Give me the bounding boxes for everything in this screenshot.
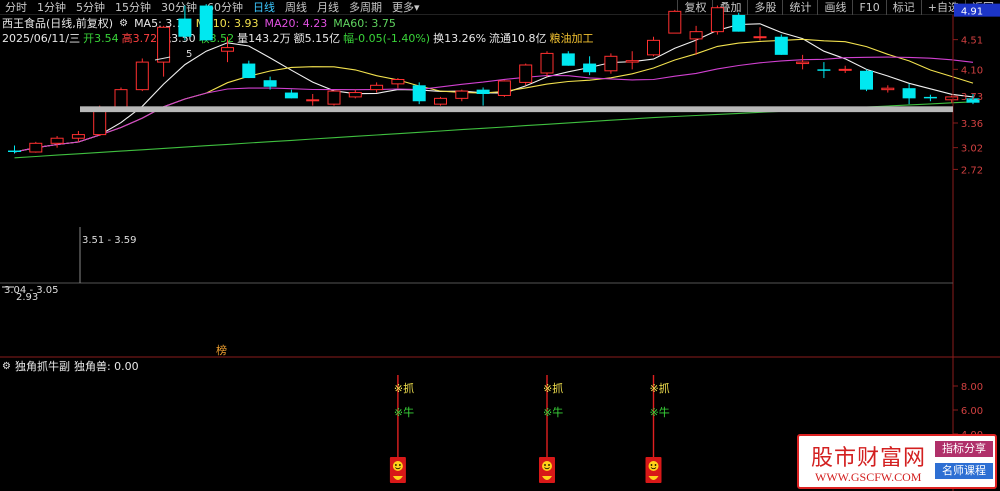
watermark-logo: 股市财富网 WWW.GSCFW.COM 指标分享 名师课程 xyxy=(797,434,997,489)
smiley-icon xyxy=(392,461,403,471)
candlestick-chart[interactable]: 4.914.514.103.733.363.022.723.51 - 3.593… xyxy=(0,0,1000,491)
candle-body-up xyxy=(838,68,852,71)
smiley-icon xyxy=(648,461,659,471)
candle-body-up xyxy=(881,87,895,91)
candle-body-down xyxy=(8,150,21,152)
price-tick-label: 3.36 xyxy=(961,119,983,130)
candle-body-up xyxy=(519,64,533,83)
candle-body-up xyxy=(796,61,810,65)
candle-body-up xyxy=(114,89,128,108)
candle-body-up xyxy=(391,79,405,85)
candle-body-up xyxy=(647,39,660,56)
candle-body-down xyxy=(732,14,746,32)
candle-body-up xyxy=(221,47,234,52)
candle-body-down xyxy=(284,92,298,99)
signal-text-top: ※抓 xyxy=(543,381,563,395)
signal-text-bottom: ※牛 xyxy=(543,405,563,419)
candle-body-up xyxy=(434,97,447,105)
candle-body-up xyxy=(945,96,959,101)
candle-body-up xyxy=(306,99,320,102)
smiley-eye xyxy=(548,464,550,466)
candle-body-up xyxy=(135,61,149,91)
signal-text-bottom: ※牛 xyxy=(394,405,414,419)
candle-body-down xyxy=(923,96,937,99)
sub-tick-label: 6.00 xyxy=(961,406,983,417)
price-tick-label: 4.91 xyxy=(961,7,983,18)
watermark-site-name: 股市财富网 xyxy=(811,446,927,471)
candle-body-down xyxy=(774,36,788,55)
candle-body-up xyxy=(455,90,469,99)
candle-body-down xyxy=(412,85,426,102)
signal-text-top: ※抓 xyxy=(650,381,670,395)
support-zone-band xyxy=(80,106,953,113)
candle-body-up xyxy=(668,10,682,34)
smiley-icon xyxy=(542,461,552,471)
ma20-line xyxy=(14,56,974,153)
candle-body-up xyxy=(625,60,639,63)
candle-body-down xyxy=(902,88,916,99)
candle-body-up xyxy=(29,142,43,153)
candle-body-down xyxy=(476,89,490,94)
candle-body-up xyxy=(157,26,171,63)
candle-body-down xyxy=(199,5,213,41)
candle-body-up xyxy=(71,134,85,139)
price-tick-label: 2.72 xyxy=(961,165,983,176)
smiley-eye xyxy=(650,464,653,466)
candle-body-down xyxy=(263,80,277,87)
support-label: 3.51 - 3.59 xyxy=(82,235,137,246)
sub-panel-title: 独角抓牛副 xyxy=(14,360,70,373)
price-tick-label: 3.73 xyxy=(961,92,983,103)
candle-body-up xyxy=(50,137,64,144)
smiley-eye xyxy=(654,464,657,466)
candle-body-up xyxy=(540,52,554,74)
candle-body-up xyxy=(497,80,511,96)
signal-text-bottom: ※牛 xyxy=(650,405,670,419)
candle-body-down xyxy=(583,63,597,73)
candle-body-down xyxy=(561,53,575,66)
watermark-tag-course: 名师课程 xyxy=(935,463,993,479)
candle-body-up xyxy=(689,31,703,40)
candle-body-up xyxy=(348,92,362,98)
candle-body-up xyxy=(604,55,618,72)
candle-body-down xyxy=(817,69,831,71)
watermark-tag-share: 指标分享 xyxy=(935,441,993,457)
candle-body-up xyxy=(753,36,767,39)
high-marker-label: 5 xyxy=(186,49,192,60)
sub-tick-label: 8.00 xyxy=(961,382,983,393)
price-axis: 4.914.514.103.733.363.022.723.51 - 3.593… xyxy=(0,3,1000,491)
signal-text-top: ※抓 xyxy=(394,381,414,395)
candle-body-up xyxy=(370,84,384,91)
low-label-2: 2.93 xyxy=(16,292,38,303)
smiley-eye xyxy=(399,464,401,466)
price-tick-label: 4.10 xyxy=(961,65,983,76)
candle-body-down xyxy=(242,63,256,79)
candle-body-down xyxy=(860,70,873,90)
candles-group xyxy=(8,4,980,154)
candle-body-down xyxy=(178,18,192,37)
smiley-eye xyxy=(544,464,546,466)
candle-body-up xyxy=(710,7,724,33)
price-tick-label: 3.02 xyxy=(961,144,983,155)
price-tick-label: 4.51 xyxy=(961,36,983,47)
sub-panel-value: 独角兽: 0.00 xyxy=(73,360,139,373)
watermark-url: WWW.GSCFW.COM xyxy=(815,470,922,484)
smiley-eye xyxy=(395,464,397,466)
badge-label: 榜 xyxy=(216,343,227,357)
candle-body-up xyxy=(327,90,341,105)
sub-panel-gear-icon[interactable]: ⚙ xyxy=(2,361,11,372)
sub-panel-header: ⚙ 独角抓牛副 独角兽: 0.00 xyxy=(2,359,139,373)
